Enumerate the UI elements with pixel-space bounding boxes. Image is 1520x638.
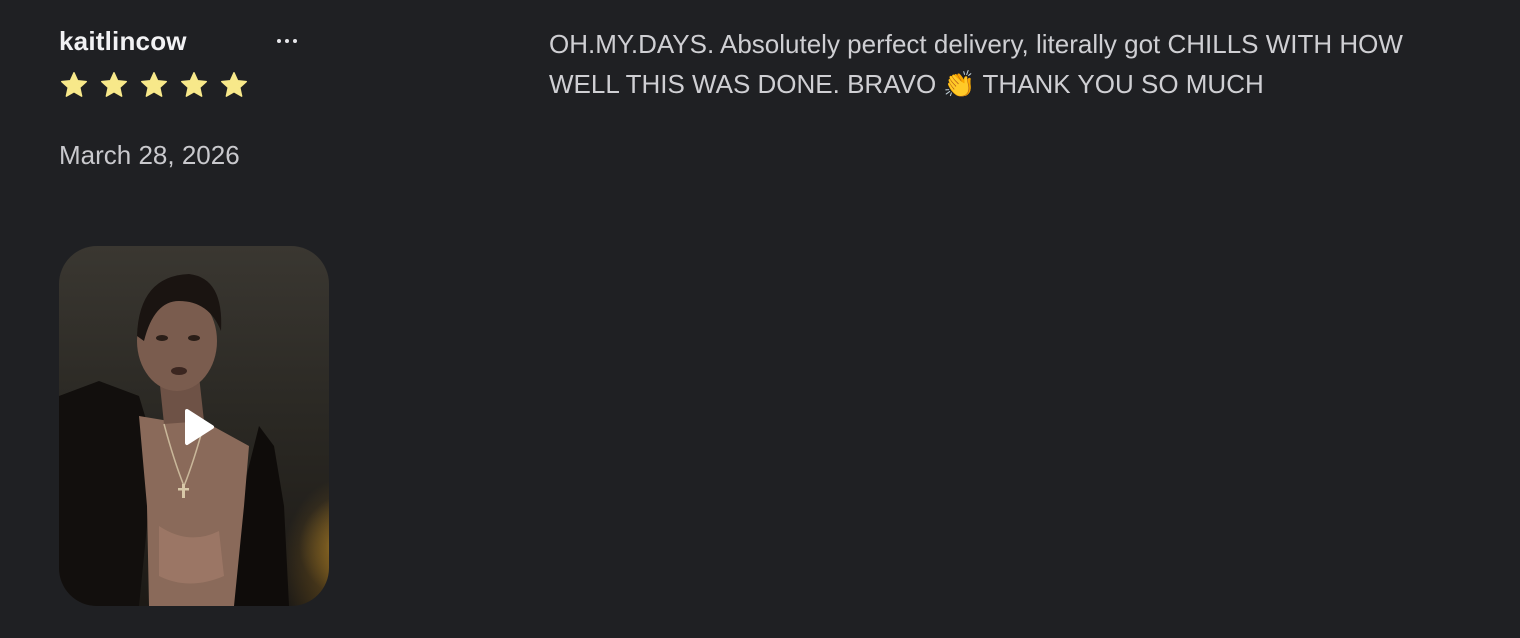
play-icon[interactable] — [181, 408, 215, 446]
clapping-hands-icon: 👏 — [943, 70, 976, 100]
star-icon — [139, 70, 169, 100]
review-date: March 28, 2026 — [59, 140, 240, 170]
star-icon — [99, 70, 129, 100]
reviewer-username[interactable]: kaitlincow — [59, 26, 187, 57]
review-card: kaitlincow March 28, 2026 OH.MY.DAYS. Ab… — [0, 0, 1520, 638]
star-rating — [59, 70, 249, 100]
star-icon — [219, 70, 249, 100]
more-dot — [293, 39, 297, 43]
video-thumbnail[interactable] — [59, 246, 329, 606]
review-text-part2: THANK YOU SO MUCH — [975, 69, 1264, 99]
more-options-button[interactable] — [267, 24, 307, 58]
review-header: kaitlincow — [59, 24, 329, 60]
review-meta: kaitlincow March 28, 2026 — [59, 24, 329, 606]
star-icon — [179, 70, 209, 100]
review-body: OH.MY.DAYS. Absolutely perfect delivery,… — [549, 24, 1449, 105]
star-icon — [59, 70, 89, 100]
more-dot — [277, 39, 281, 43]
more-dot — [285, 39, 289, 43]
